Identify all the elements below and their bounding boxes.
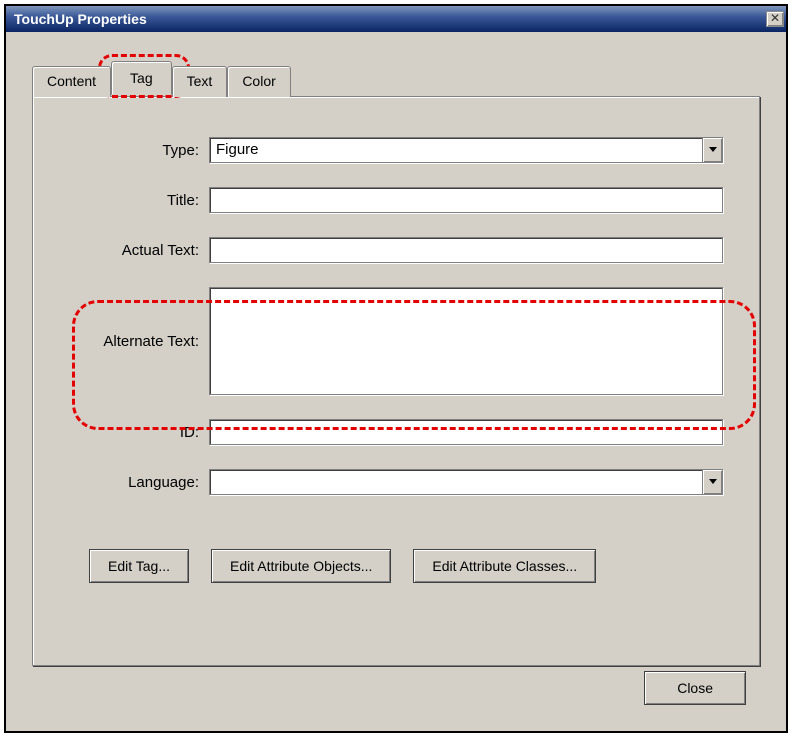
tab-container: Content Tag Text Color Type: Figure Titl… (32, 62, 760, 666)
edit-attribute-classes-button[interactable]: Edit Attribute Classes... (413, 549, 596, 583)
edit-tag-button[interactable]: Edit Tag... (89, 549, 189, 583)
tab-content[interactable]: Content (32, 66, 111, 97)
row-alternate-text: Alternate Text: (69, 287, 723, 395)
language-label: Language: (69, 474, 209, 491)
row-type: Type: Figure (69, 137, 723, 163)
type-select-value: Figure (210, 138, 702, 162)
window-close-button[interactable]: ✕ (766, 11, 784, 27)
alternate-text-label: Alternate Text: (69, 333, 209, 350)
edit-button-row: Edit Tag... Edit Attribute Objects... Ed… (69, 549, 723, 583)
tab-text[interactable]: Text (172, 66, 228, 97)
title-input[interactable] (209, 187, 723, 213)
language-select-value (210, 470, 702, 494)
id-input[interactable] (209, 419, 723, 445)
row-title: Title: (69, 187, 723, 213)
dialog-close-row: Close (644, 671, 746, 705)
dropdown-arrow-icon (702, 138, 722, 162)
row-actual-text: Actual Text: (69, 237, 723, 263)
titlebar: TouchUp Properties ✕ (6, 6, 786, 32)
language-select[interactable] (209, 469, 723, 495)
type-select[interactable]: Figure (209, 137, 723, 163)
row-id: ID: (69, 419, 723, 445)
tabstrip: Content Tag Text Color (32, 62, 760, 96)
actual-text-label: Actual Text: (69, 242, 209, 259)
tab-panel-tag: Type: Figure Title: Actual Text: Alterna… (32, 96, 760, 666)
window-title: TouchUp Properties (14, 11, 147, 27)
close-button[interactable]: Close (644, 671, 746, 705)
id-label: ID: (69, 424, 209, 441)
tab-color[interactable]: Color (227, 66, 290, 97)
edit-attribute-objects-button[interactable]: Edit Attribute Objects... (211, 549, 391, 583)
tab-tag[interactable]: Tag (111, 61, 172, 95)
alternate-text-input[interactable] (209, 287, 723, 395)
title-label: Title: (69, 192, 209, 209)
dropdown-arrow-icon (702, 470, 722, 494)
actual-text-input[interactable] (209, 237, 723, 263)
type-label: Type: (69, 142, 209, 159)
dialog-window: TouchUp Properties ✕ Content Tag Text Co… (4, 4, 788, 733)
row-language: Language: (69, 469, 723, 495)
close-icon: ✕ (770, 11, 780, 25)
